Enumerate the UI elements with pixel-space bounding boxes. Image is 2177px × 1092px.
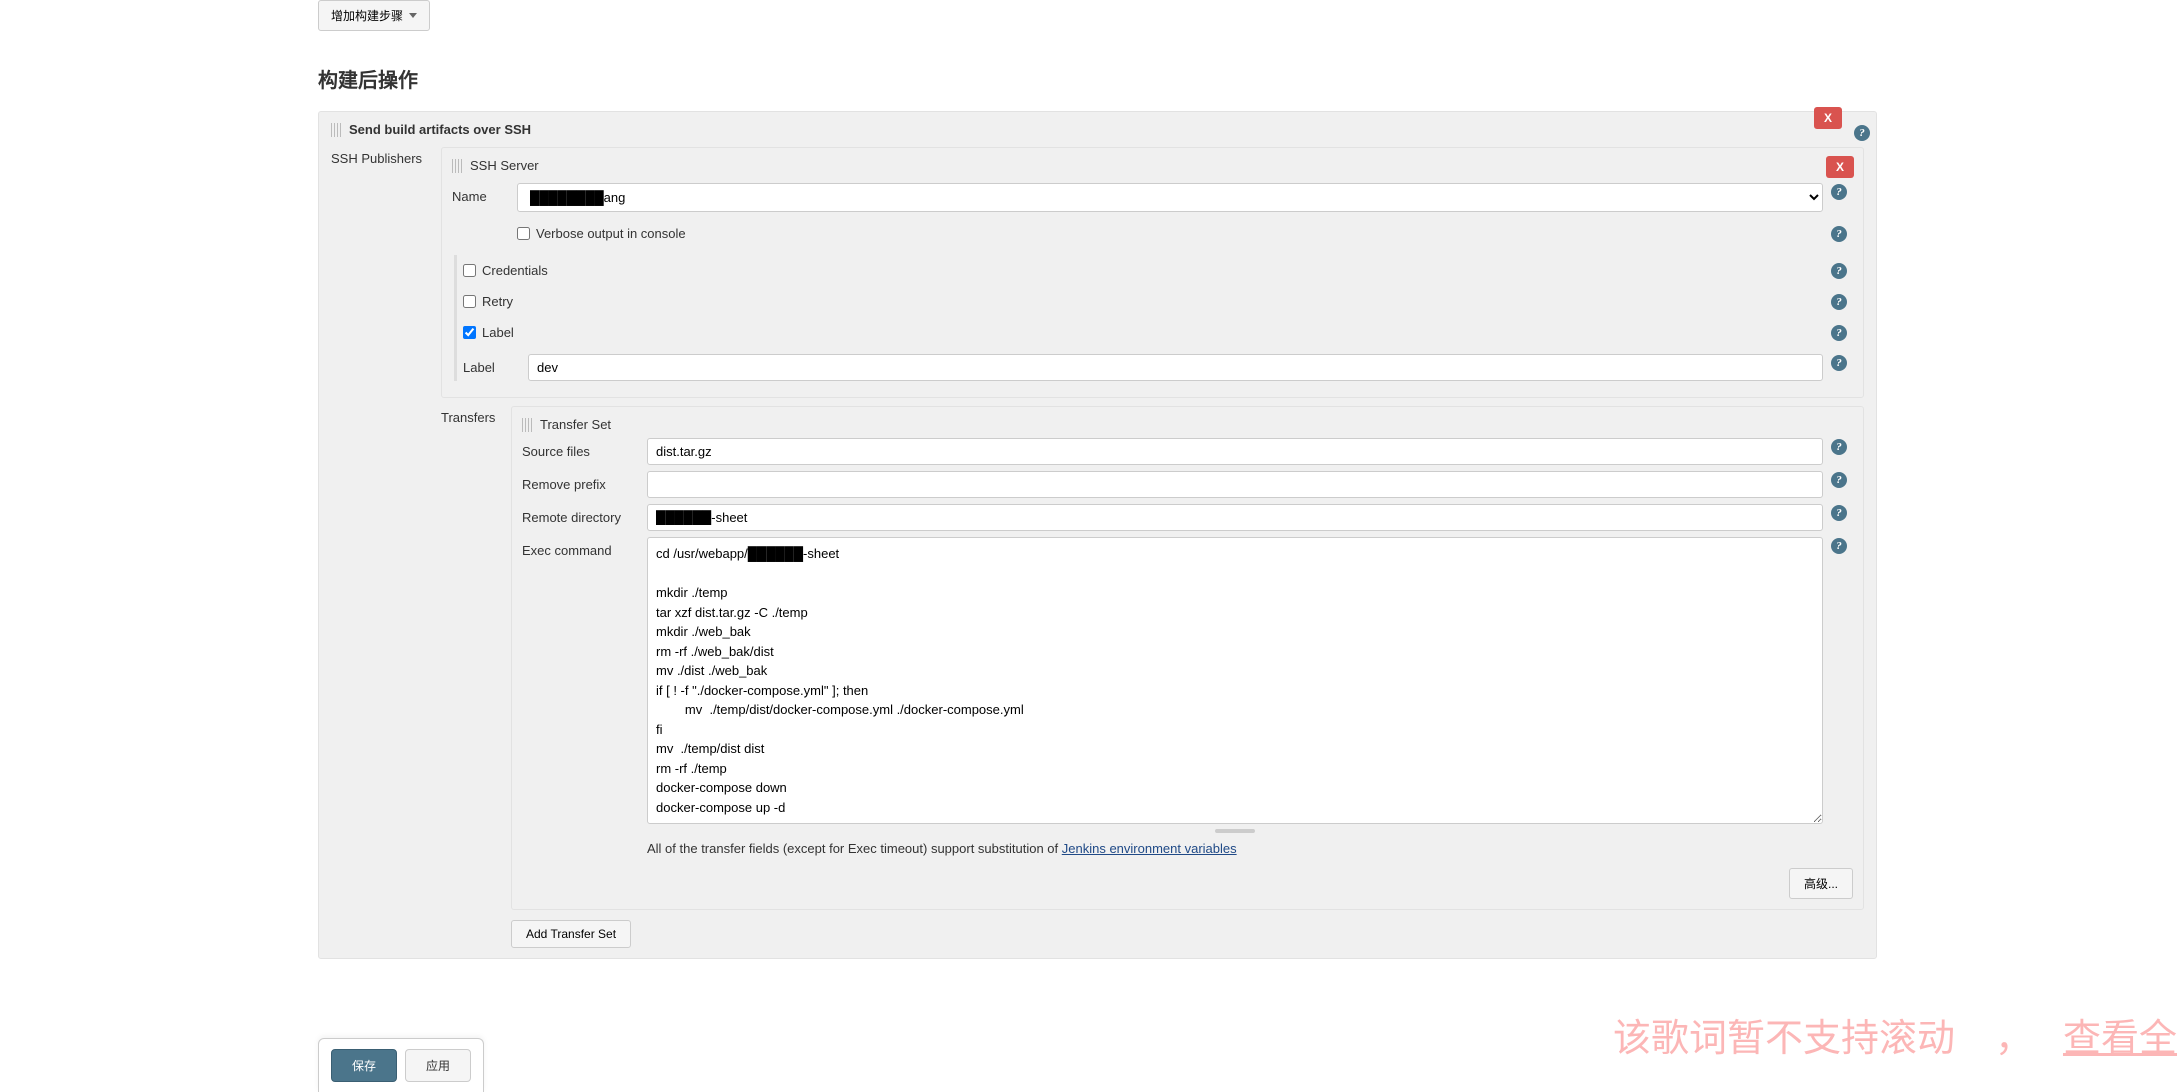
- gripper-icon[interactable]: [522, 418, 532, 432]
- source-files-label: Source files: [522, 438, 647, 459]
- help-icon[interactable]: ?: [1831, 355, 1847, 371]
- gripper-icon[interactable]: [452, 159, 462, 173]
- help-icon[interactable]: ?: [1831, 226, 1847, 242]
- help-icon[interactable]: ?: [1831, 263, 1847, 279]
- verbose-label[interactable]: Verbose output in console: [536, 226, 686, 241]
- remove-prefix-label: Remove prefix: [522, 471, 647, 492]
- remote-dir-label: Remote directory: [522, 504, 647, 525]
- apply-button[interactable]: 应用: [405, 1049, 471, 1082]
- help-icon[interactable]: ?: [1831, 505, 1847, 521]
- advanced-button[interactable]: 高级...: [1789, 868, 1853, 899]
- verbose-checkbox[interactable]: [517, 227, 530, 240]
- help-icon[interactable]: ?: [1831, 472, 1847, 488]
- source-files-input[interactable]: [647, 438, 1823, 465]
- label-field-label: Label: [463, 354, 528, 375]
- retry-checkbox[interactable]: [463, 295, 476, 308]
- remove-prefix-input[interactable]: [647, 471, 1823, 498]
- help-icon[interactable]: ?: [1831, 325, 1847, 341]
- block-title: Send build artifacts over SSH: [349, 122, 531, 137]
- ssh-server-name-select[interactable]: ████████ang: [517, 183, 1823, 212]
- transfer-note: All of the transfer fields (except for E…: [647, 841, 1823, 856]
- credentials-checkbox[interactable]: [463, 264, 476, 277]
- help-icon[interactable]: ?: [1831, 184, 1847, 200]
- exec-command-textarea[interactable]: [647, 537, 1823, 824]
- caret-down-icon: [409, 13, 417, 18]
- name-label: Name: [452, 183, 517, 204]
- label-input[interactable]: [528, 354, 1823, 381]
- ssh-server-panel: X SSH Server Name ████████ang ?: [441, 147, 1864, 398]
- post-build-block: X ? Send build artifacts over SSH SSH Pu…: [318, 111, 1877, 959]
- overlay-text: 该歌词暂不支持滚动，查看全: [1613, 1007, 2177, 1062]
- credentials-label[interactable]: Credentials: [482, 263, 548, 278]
- ssh-publishers-label: SSH Publishers: [331, 147, 441, 948]
- save-button[interactable]: 保存: [331, 1049, 397, 1082]
- label-checkbox[interactable]: [463, 326, 476, 339]
- help-icon[interactable]: ?: [1831, 294, 1847, 310]
- help-icon[interactable]: ?: [1831, 439, 1847, 455]
- retry-label[interactable]: Retry: [482, 294, 513, 309]
- add-transfer-set-button[interactable]: Add Transfer Set: [511, 920, 631, 948]
- transfer-set-panel: Transfer Set Source files ? Remove pr: [511, 406, 1864, 910]
- gripper-icon[interactable]: [331, 123, 341, 137]
- label-check-label[interactable]: Label: [482, 325, 514, 340]
- add-build-step-button[interactable]: 增加构建步骤: [318, 0, 430, 31]
- resize-handle-icon[interactable]: [1215, 829, 1255, 833]
- remote-dir-input[interactable]: [647, 504, 1823, 531]
- add-build-step-label: 增加构建步骤: [331, 7, 403, 24]
- transfers-label: Transfers: [441, 406, 511, 948]
- section-title: 构建后操作: [318, 64, 1877, 93]
- transfer-set-title: Transfer Set: [540, 417, 611, 432]
- env-vars-link[interactable]: Jenkins environment variables: [1062, 841, 1237, 856]
- ssh-server-title: SSH Server: [470, 158, 539, 173]
- footer-buttons: 保存 应用: [318, 1038, 484, 1092]
- exec-command-label: Exec command: [522, 537, 647, 558]
- help-icon[interactable]: ?: [1831, 538, 1847, 554]
